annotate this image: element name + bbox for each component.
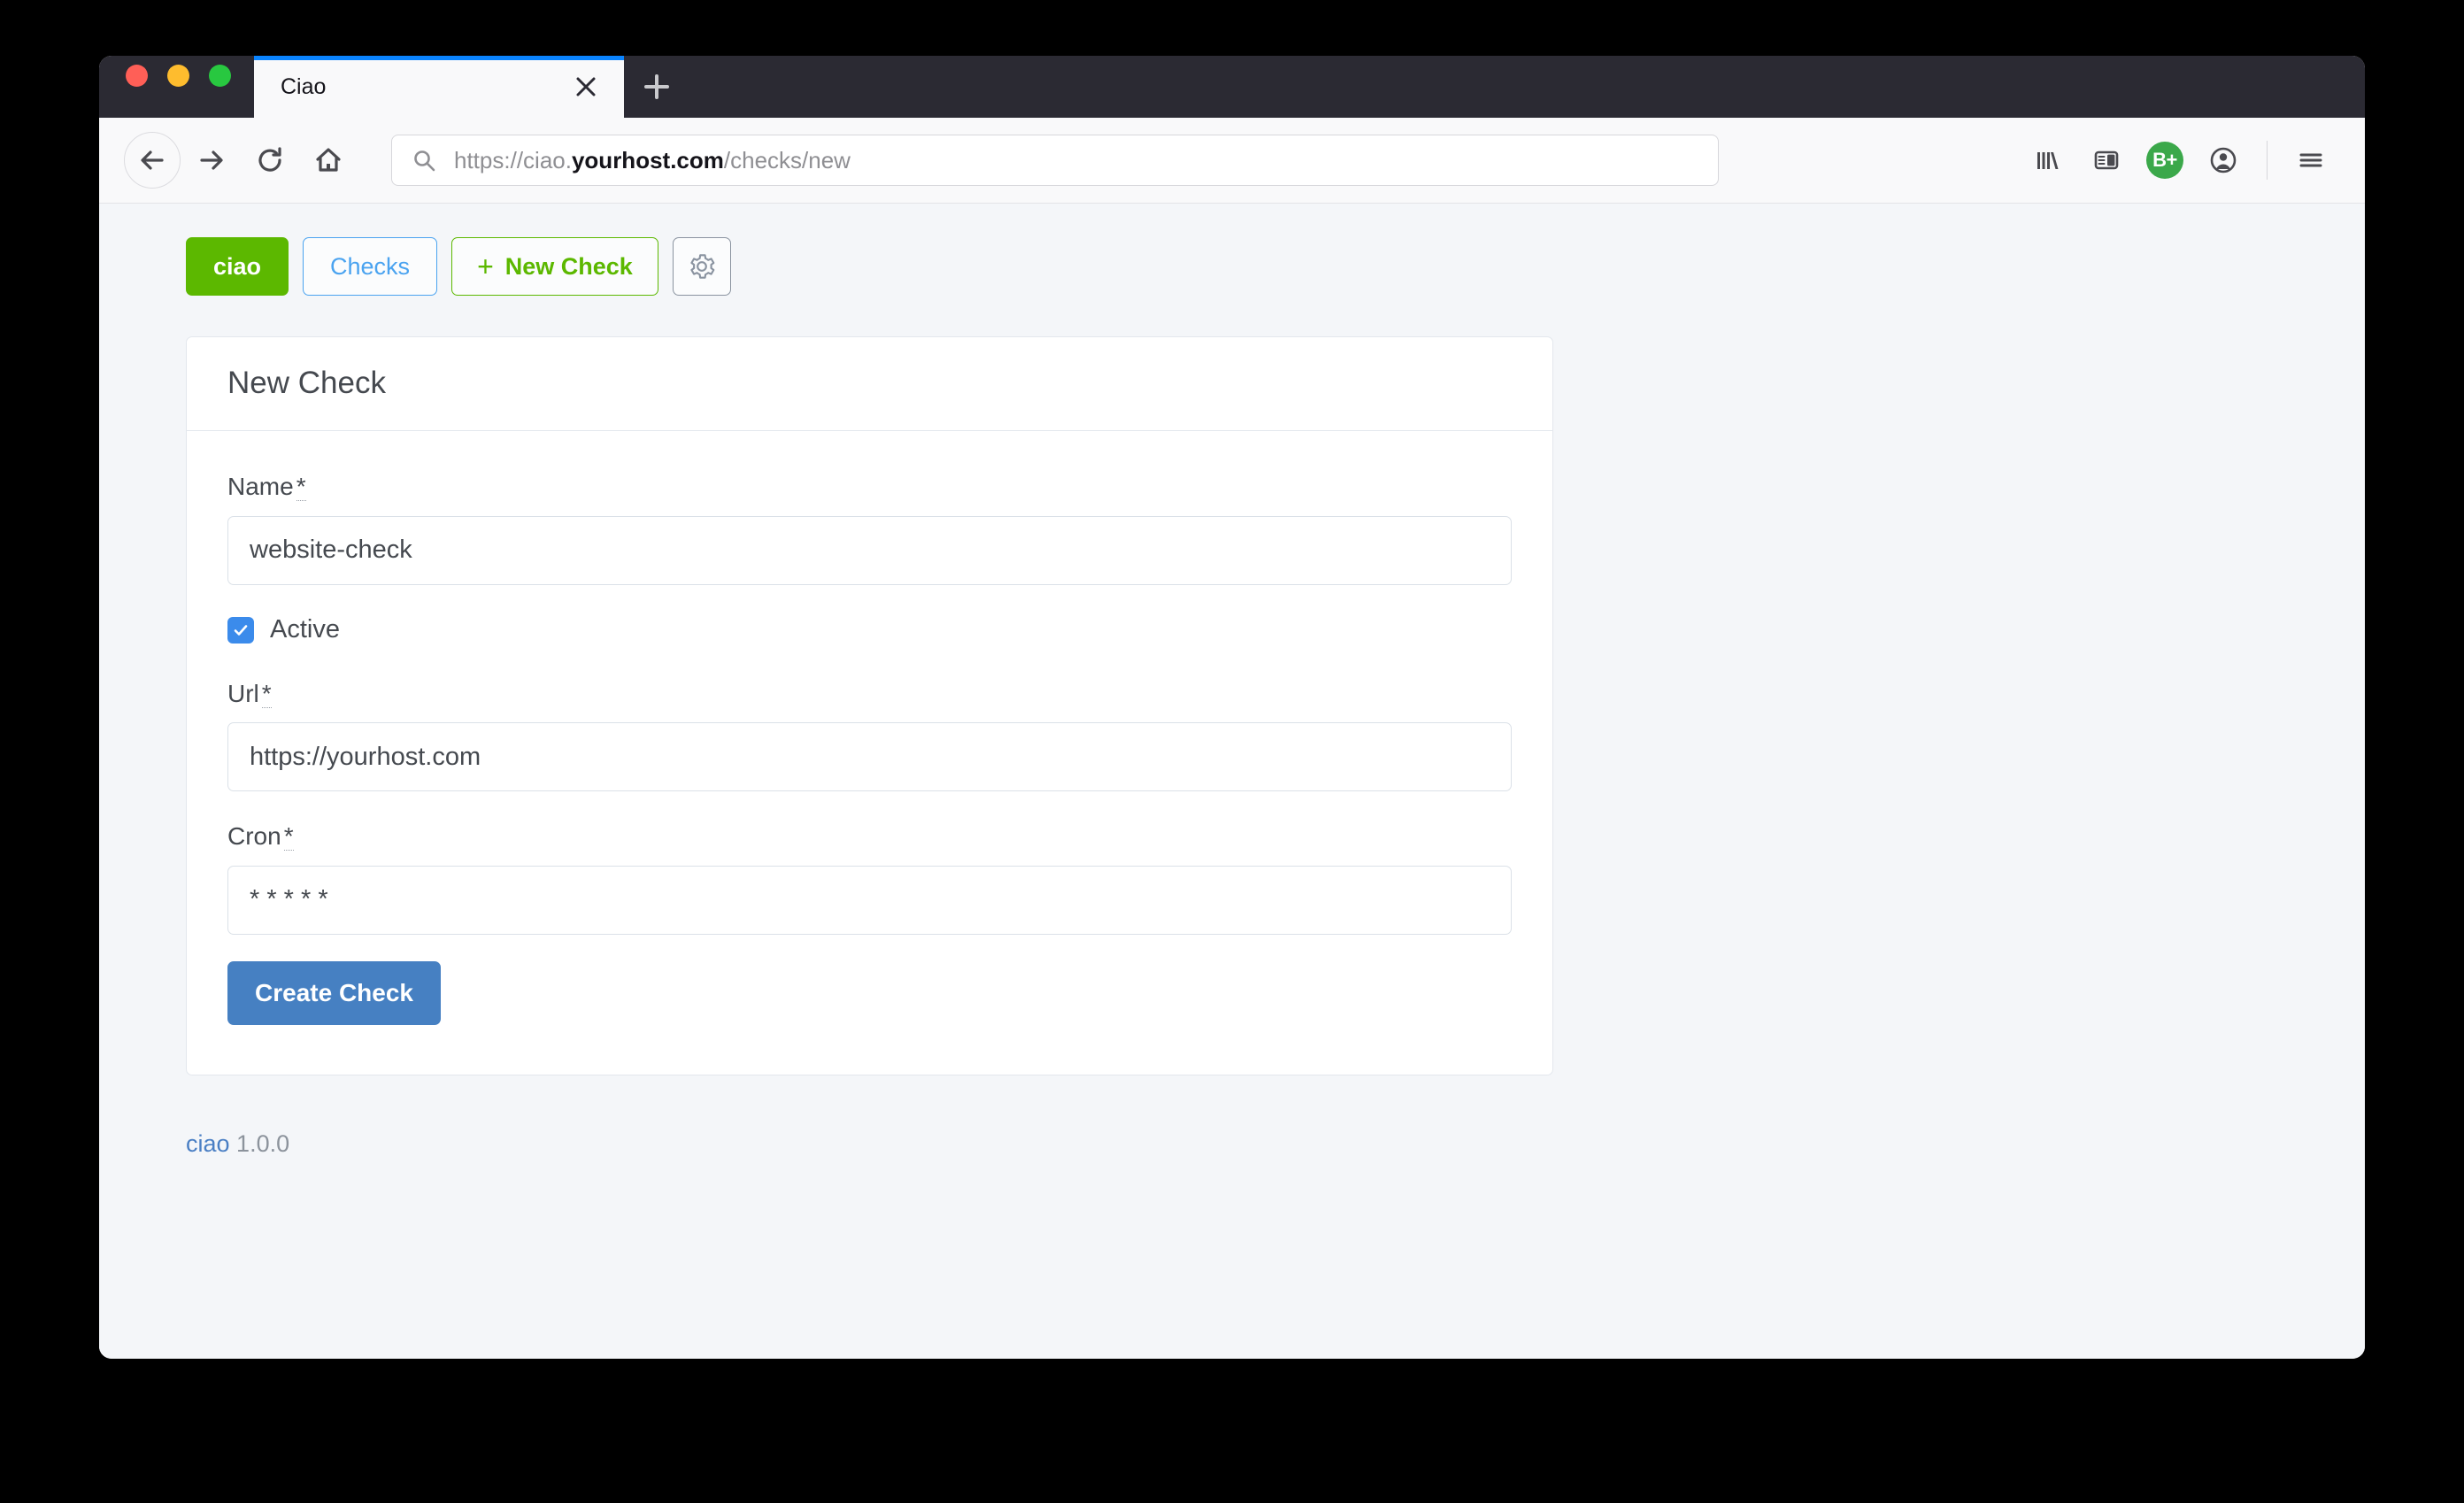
required-marker: *	[261, 679, 272, 708]
app-navbar: ciao Checks + New Check	[186, 237, 2365, 296]
toolbar-actions: B+	[2019, 133, 2340, 188]
name-input[interactable]	[227, 515, 1512, 585]
browser-toolbar: https://ciao.yourhost.com/checks/new B+	[99, 118, 2365, 204]
required-marker: *	[283, 822, 294, 852]
sidebar-icon[interactable]	[2077, 133, 2136, 188]
name-label-text: Name	[227, 473, 294, 500]
active-checkbox[interactable]	[227, 616, 254, 644]
maximize-window-button[interactable]	[209, 64, 231, 87]
footer: ciao 1.0.0	[186, 1130, 2365, 1158]
page-title: New Check	[227, 366, 386, 400]
account-icon[interactable]	[2194, 133, 2252, 188]
new-check-button[interactable]: + New Check	[451, 237, 658, 296]
url-input[interactable]	[227, 722, 1512, 792]
cron-label: Cron *	[227, 821, 1512, 852]
url-label: Url *	[227, 679, 1512, 709]
cron-input[interactable]	[227, 865, 1512, 935]
brand-button[interactable]: ciao	[186, 237, 289, 296]
extension-badge-label: B+	[2146, 142, 2183, 179]
page-content: ciao Checks + New Check New Check Name *…	[99, 204, 2365, 1158]
footer-link-ciao[interactable]: ciao	[186, 1130, 230, 1157]
window-controls	[99, 56, 254, 118]
reload-icon[interactable]	[243, 133, 297, 188]
card-body: Name* Active Url*	[187, 431, 1552, 1075]
url-prefix: https://ciao.	[454, 146, 572, 173]
extension-badge-icon[interactable]: B+	[2136, 133, 2194, 188]
tab-strip: Ciao	[99, 56, 2365, 118]
search-icon	[412, 148, 436, 173]
form-group-name: Name *	[227, 472, 1512, 585]
new-check-label: New Check	[504, 252, 633, 280]
new-tab-button[interactable]	[624, 56, 689, 118]
footer-version: 1.0.0	[236, 1129, 290, 1157]
close-window-button[interactable]	[126, 64, 148, 87]
active-checkbox-label: Active	[270, 615, 340, 644]
url-label-text: Url	[227, 679, 259, 707]
create-check-button[interactable]: Create Check	[227, 960, 441, 1025]
name-label: Name *	[227, 472, 1512, 502]
library-icon[interactable]	[2019, 133, 2077, 188]
settings-button[interactable]	[672, 237, 731, 296]
back-icon[interactable]	[124, 132, 181, 189]
active-checkbox-row[interactable]: Active	[227, 615, 1512, 644]
field-spacer	[227, 791, 1512, 821]
new-check-card: New Check Name* Active	[186, 336, 1553, 1075]
address-bar[interactable]: https://ciao.yourhost.com/checks/new	[391, 135, 1719, 186]
url-domain: yourhost.com	[571, 146, 724, 173]
minimize-window-button[interactable]	[167, 64, 189, 87]
plus-icon: +	[477, 250, 494, 282]
cron-label-text: Cron	[227, 822, 281, 851]
toolbar-divider	[2267, 141, 2268, 180]
browser-tab[interactable]: Ciao	[254, 56, 624, 118]
gear-icon	[690, 254, 715, 279]
nav-item-checks[interactable]: Checks	[303, 237, 438, 296]
url-suffix: /checks/new	[723, 146, 851, 173]
browser-window: Ciao https://ciao.yourhost.com/checks/ne…	[99, 56, 2365, 1359]
check-icon	[234, 624, 248, 636]
card-header: New Check	[187, 337, 1552, 431]
tab-active-indicator	[254, 56, 624, 60]
address-bar-text: https://ciao.yourhost.com/checks/new	[454, 147, 851, 174]
tab-title: Ciao	[281, 73, 327, 99]
close-icon[interactable]	[566, 66, 606, 107]
forward-icon[interactable]	[184, 133, 239, 188]
menu-icon[interactable]	[2282, 133, 2340, 188]
home-icon[interactable]	[301, 133, 356, 188]
page-viewport: ciao Checks + New Check New Check Name *…	[99, 204, 2365, 1359]
required-marker: *	[296, 473, 306, 501]
form-group-url: Url *	[227, 679, 1512, 792]
form-group-cron: Cron *	[227, 821, 1512, 935]
